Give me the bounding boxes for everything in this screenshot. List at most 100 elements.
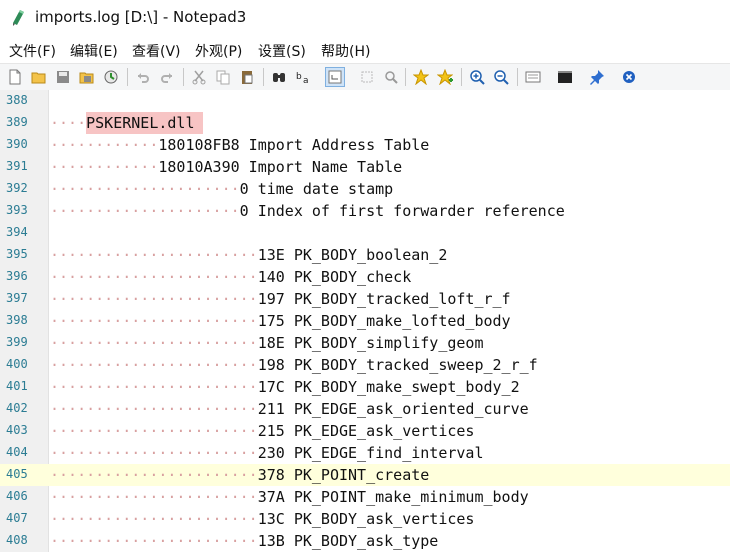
editor-line[interactable]: 391 ············18010A390 Import Name Tab… [0, 156, 730, 178]
line-number: 390 [6, 137, 28, 151]
menu-bar: 文件(F) 编辑(E) 查看(V) 外观(P) 设置(S) 帮助(H) [0, 38, 730, 62]
text-editor[interactable]: 388 389 ····PSKERNEL.dll 390 ············180… [0, 90, 730, 552]
whitespace-dots: ······················· [50, 488, 258, 506]
cut-icon[interactable] [189, 67, 209, 87]
toolbar-separator [405, 68, 406, 86]
line-text: ·······················211 PK_EDGE_ask_o… [50, 399, 529, 419]
redo-icon[interactable] [157, 67, 177, 87]
menu-appearance[interactable]: 外观(P) [195, 41, 242, 61]
line-text: ·······················175 PK_BODY_make_… [50, 311, 511, 331]
editor-line[interactable]: 406 ·······················37A PK_POINT_m… [0, 486, 730, 508]
editor-line[interactable]: 392 ·····················0 time date stam… [0, 178, 730, 200]
editor-line[interactable]: 397 ·······················197 PK_BODY_tr… [0, 288, 730, 310]
editor-line[interactable]: 388 [0, 90, 730, 112]
line-number: 397 [6, 291, 28, 305]
line-text: ·······················140 PK_BODY_check [50, 267, 411, 287]
line-number: 404 [6, 445, 28, 459]
whitespace-dots: ············ [50, 136, 159, 154]
code-text: 13B PK_BODY_ask_type [257, 532, 439, 550]
line-number: 403 [6, 423, 28, 437]
line-text: ·······················13E PK_BODY_boole… [50, 245, 447, 265]
whitespace-dots: ······················· [50, 466, 258, 484]
editor-line[interactable]: 408 ·······················13B PK_BODY_as… [0, 530, 730, 552]
copy-icon[interactable] [213, 67, 233, 87]
code-text: 0 Index of first forwarder reference [239, 202, 565, 220]
title-bar[interactable]: imports.log [D:\] - Notepad3 [0, 0, 730, 36]
whitespace-dots: ······················· [50, 378, 258, 396]
zoom-out-icon[interactable] [491, 67, 511, 87]
whitespace-dots: ······················· [50, 400, 258, 418]
editor-line[interactable]: 401 ·······················17C PK_BODY_ma… [0, 376, 730, 398]
save-icon[interactable] [53, 67, 73, 87]
save-as-icon[interactable] [77, 67, 97, 87]
editor-line[interactable]: 407 ·······················13C PK_BODY_as… [0, 508, 730, 530]
settings-icon[interactable] [523, 67, 543, 87]
whitespace-dots: ······················· [50, 268, 258, 286]
menu-help[interactable]: 帮助(H) [321, 41, 370, 61]
line-number: 388 [6, 93, 28, 107]
line-number: 398 [6, 313, 28, 327]
find-icon[interactable] [269, 67, 289, 87]
editor-line[interactable]: 393 ·····················0 Index of first… [0, 200, 730, 222]
whitespace-dots: ······················· [50, 356, 258, 374]
editor-line[interactable]: 396 ·······················140 PK_BODY_ch… [0, 266, 730, 288]
whitespace-dots: ······················· [50, 510, 258, 528]
bookmark-star-icon[interactable] [411, 67, 431, 87]
line-text: ·······················198 PK_BODY_track… [50, 355, 538, 375]
editor-line[interactable]: 404 ·······················230 PK_EDGE_fi… [0, 442, 730, 464]
editor-line[interactable]: 390 ············180108FB8 Import Address … [0, 134, 730, 156]
editor-line[interactable]: 399 ·······················18E PK_BODY_si… [0, 332, 730, 354]
word-wrap-icon[interactable] [325, 67, 345, 87]
svg-text:a: a [303, 76, 309, 85]
paste-icon[interactable] [237, 67, 257, 87]
line-text: ·······················18E PK_BODY_simpl… [50, 333, 484, 353]
editor-line[interactable]: 398 ·······················175 PK_BODY_ma… [0, 310, 730, 332]
line-number: 389 [6, 115, 28, 129]
line-number: 394 [6, 225, 28, 239]
zoom-in-icon[interactable] [467, 67, 487, 87]
undo-icon[interactable] [133, 67, 153, 87]
toolbar-separator [517, 68, 518, 86]
editor-line[interactable]: 402 ·······················211 PK_EDGE_as… [0, 398, 730, 420]
code-text: 140 PK_BODY_check [257, 268, 412, 286]
line-text: ·······················37A PK_POINT_make… [50, 487, 529, 507]
svg-text:b: b [296, 72, 302, 82]
code-text: 13C PK_BODY_ask_vertices [257, 510, 475, 528]
editor-line[interactable]: 395 ·······················13E PK_BODY_bo… [0, 244, 730, 266]
replace-icon[interactable]: ba [293, 67, 313, 87]
line-text: ····PSKERNEL.dll [50, 112, 203, 134]
select-icon[interactable] [357, 67, 377, 87]
whitespace-dots: ······················· [50, 334, 258, 352]
zoom-find-icon[interactable] [381, 67, 401, 87]
code-text: 18E PK_BODY_simplify_geom [257, 334, 484, 352]
reload-icon[interactable] [101, 67, 121, 87]
menu-settings[interactable]: 设置(S) [258, 41, 306, 61]
editor-line[interactable]: 389 ····PSKERNEL.dll [0, 112, 730, 134]
menu-file[interactable]: 文件(F) [9, 41, 56, 61]
line-number: 408 [6, 533, 28, 547]
code-text: 175 PK_BODY_make_lofted_body [257, 312, 511, 330]
menu-edit[interactable]: 编辑(E) [70, 41, 118, 61]
new-file-icon[interactable] [5, 67, 25, 87]
editor-line[interactable]: 400 ·······················198 PK_BODY_tr… [0, 354, 730, 376]
line-number: 392 [6, 181, 28, 195]
whitespace-dots: ······················· [50, 312, 258, 330]
line-number: 396 [6, 269, 28, 283]
editor-line[interactable]: 405 ·······················378 PK_POINT_c… [0, 464, 730, 486]
add-bookmark-icon[interactable] [435, 67, 455, 87]
open-folder-icon[interactable] [29, 67, 49, 87]
line-text: ·······················215 PK_EDGE_ask_v… [50, 421, 474, 441]
whitespace-dots: ······················· [50, 422, 258, 440]
pin-icon[interactable] [587, 67, 607, 87]
toolbar-separator [263, 68, 264, 86]
line-text: ·····················0 time date stamp [50, 179, 393, 199]
whitespace-dots: ············ [50, 158, 159, 176]
line-text: ·······················230 PK_EDGE_find_… [50, 443, 484, 463]
editor-line[interactable]: 394 [0, 222, 730, 244]
close-icon[interactable] [619, 67, 639, 87]
terminal-icon[interactable] [555, 67, 575, 87]
line-text: ·······················17C PK_BODY_make_… [50, 377, 520, 397]
menu-view[interactable]: 查看(V) [132, 41, 181, 61]
editor-line[interactable]: 403 ·······················215 PK_EDGE_as… [0, 420, 730, 442]
line-number: 399 [6, 335, 28, 349]
